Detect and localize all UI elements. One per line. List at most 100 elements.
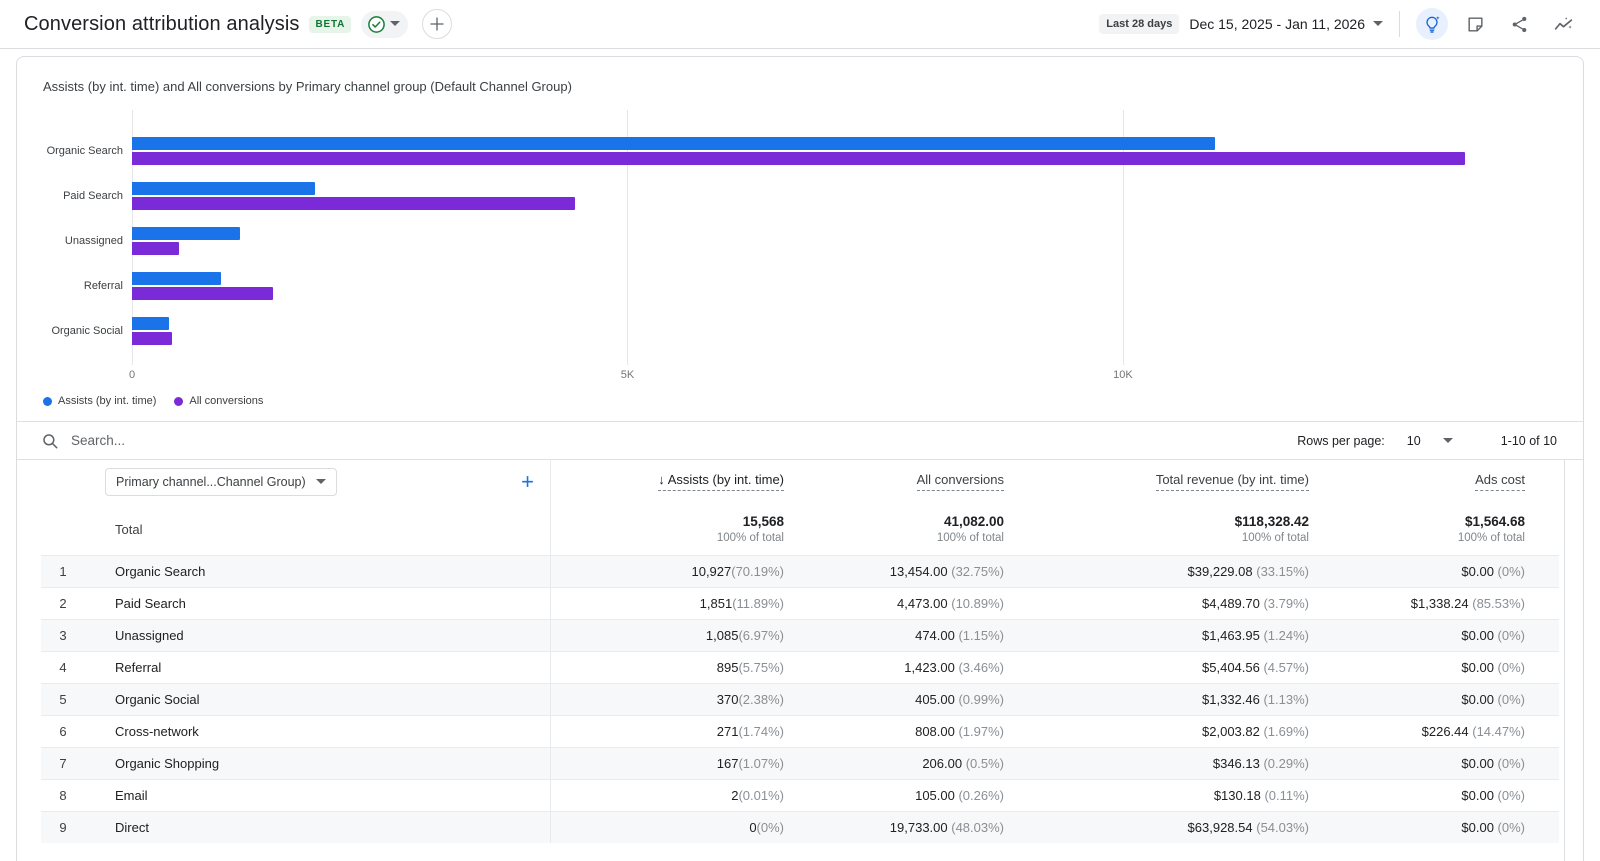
bar-all-conversions[interactable]: [132, 197, 575, 210]
metric-cell: $4,489.70 (3.79%): [1010, 596, 1315, 611]
table-row[interactable]: 2Paid Search1,851 (11.89%)4,473.00 (10.8…: [41, 587, 1559, 619]
bar-assists[interactable]: [132, 227, 240, 240]
metric-percent: (0%): [1494, 660, 1525, 675]
table-row[interactable]: 5Organic Social370 (2.38%)405.00 (0.99%)…: [41, 683, 1559, 715]
metric-cell: $0.00 (0%): [1315, 628, 1531, 643]
table-row[interactable]: 4Referral895 (5.75%)1,423.00 (3.46%)$5,4…: [41, 651, 1559, 683]
metric-cell: $39,229.08 (33.15%): [1010, 564, 1315, 579]
chart-category-label: Unassigned: [41, 218, 132, 263]
metric-value: 167: [717, 756, 739, 771]
metric-cell: $0.00 (0%): [1315, 692, 1531, 707]
table-row[interactable]: 3Unassigned1,085 (6.97%)474.00 (1.15%)$1…: [41, 619, 1559, 651]
rows-per-page-select[interactable]: 10: [1393, 430, 1459, 452]
report-status-menu[interactable]: [361, 11, 408, 38]
channel-name: Direct: [85, 820, 149, 835]
column-header-assists[interactable]: ↓Assists (by int. time): [550, 460, 790, 503]
bar-all-conversions[interactable]: [132, 242, 179, 255]
channel-name: Organic Search: [85, 564, 205, 579]
bar-group: [132, 128, 1559, 173]
row-index: 4: [41, 660, 85, 675]
notes-button[interactable]: [1458, 7, 1492, 41]
chart-category-label: Organic Search: [41, 128, 132, 173]
metric-cell: 271 (1.74%): [550, 716, 790, 747]
metric-value: 1,851: [700, 596, 733, 611]
metric-value: $0.00: [1461, 564, 1494, 579]
rows-per-page-label: Rows per page:: [1297, 434, 1385, 448]
plus-icon: [429, 16, 445, 32]
table-row[interactable]: 1Organic Search10,927 (70.19%)13,454.00 …: [41, 555, 1559, 587]
metric-cell: 1,423.00 (3.46%): [790, 660, 1010, 675]
metric-percent: (3.79%): [1260, 596, 1309, 611]
chevron-down-icon: [1443, 438, 1453, 444]
metric-cell: $5,404.56 (4.57%): [1010, 660, 1315, 675]
beta-badge: BETA: [309, 16, 351, 33]
bar-assists[interactable]: [132, 317, 169, 330]
metric-value: $39,229.08: [1188, 564, 1253, 579]
bar-assists[interactable]: [132, 137, 1215, 150]
legend-label: All conversions: [189, 395, 263, 407]
column-header-total-revenue[interactable]: Total revenue (by int. time): [1010, 472, 1315, 491]
add-column-button[interactable]: +: [521, 471, 534, 493]
metric-cell: $0.00 (0%): [1315, 660, 1531, 675]
metric-value: $0.00: [1461, 820, 1494, 835]
metric-cell: $0.00 (0%): [1315, 788, 1531, 803]
channel-name: Cross-network: [85, 724, 199, 739]
bar-group: [132, 173, 1559, 218]
metric-percent: (33.15%): [1253, 564, 1309, 579]
metric-cell: 2 (0.01%): [550, 780, 790, 811]
add-report-button[interactable]: [422, 9, 452, 39]
chart-category-labels: Organic SearchPaid SearchUnassignedRefer…: [41, 110, 132, 365]
metric-cell: 19,733.00 (48.03%): [790, 820, 1010, 835]
metric-value: $2,003.82: [1202, 724, 1260, 739]
bar-assists[interactable]: [132, 272, 221, 285]
metric-cell: 474.00 (1.15%): [790, 628, 1010, 643]
metric-percent: (4.57%): [1260, 660, 1309, 675]
table-row[interactable]: 6Cross-network271 (1.74%)808.00 (1.97%)$…: [41, 715, 1559, 747]
metric-value: $5,404.56: [1202, 660, 1260, 675]
dimension-selector[interactable]: Primary channel...Channel Group): [105, 468, 337, 496]
date-range-picker[interactable]: Dec 15, 2025 - Jan 11, 2026: [1189, 16, 1383, 32]
metric-percent: (48.03%): [948, 820, 1004, 835]
table-row[interactable]: 8Email2 (0.01%)105.00 (0.26%)$130.18 (0.…: [41, 779, 1559, 811]
bar-all-conversions[interactable]: [132, 287, 273, 300]
metric-percent: (0%): [1494, 692, 1525, 707]
column-header-ads-cost[interactable]: Ads cost: [1315, 472, 1531, 491]
bar-all-conversions[interactable]: [132, 332, 172, 345]
intelligence-button[interactable]: [1546, 7, 1580, 41]
scrollbar-track[interactable]: [1564, 460, 1565, 861]
metric-percent: (10.89%): [948, 596, 1004, 611]
insights-button[interactable]: [1416, 8, 1448, 40]
metric-percent: (5.75%): [738, 660, 784, 675]
channel-name: Unassigned: [85, 628, 184, 643]
metric-cell: $0.00 (0%): [1315, 564, 1531, 579]
bar-all-conversions[interactable]: [132, 152, 1465, 165]
metric-cell: 895 (5.75%): [550, 652, 790, 683]
metric-percent: (85.53%): [1469, 596, 1525, 611]
legend-item[interactable]: Assists (by int. time): [43, 395, 156, 407]
search-input[interactable]: [71, 433, 491, 448]
share-button[interactable]: [1502, 7, 1536, 41]
metric-value: $0.00: [1461, 788, 1494, 803]
metric-cell: $130.18 (0.11%): [1010, 788, 1315, 803]
row-index: 5: [41, 692, 85, 707]
sort-descending-icon: ↓: [658, 472, 665, 487]
axis-tick-label: 5K: [621, 369, 634, 381]
metric-value: 808.00: [915, 724, 955, 739]
table-row[interactable]: 7Organic Shopping167 (1.07%)206.00 (0.5%…: [41, 747, 1559, 779]
metric-percent: (1.15%): [955, 628, 1004, 643]
legend-item[interactable]: All conversions: [174, 395, 263, 407]
legend-dot-icon: [174, 397, 183, 406]
chart-bars: [132, 110, 1559, 365]
column-header-all-conversions[interactable]: All conversions: [790, 472, 1010, 491]
bar-assists[interactable]: [132, 182, 315, 195]
row-index: 2: [41, 596, 85, 611]
metric-cell: 370 (2.38%): [550, 684, 790, 715]
total-label: Total: [85, 522, 142, 537]
metric-percent: (11.89%): [732, 596, 784, 611]
metric-cell: 808.00 (1.97%): [790, 724, 1010, 739]
metric-percent: (0.5%): [962, 756, 1004, 771]
metric-cell: $1,332.46 (1.13%): [1010, 692, 1315, 707]
metric-percent: (14.47%): [1469, 724, 1525, 739]
table-row[interactable]: 9Direct0 (0%)19,733.00 (48.03%)$63,928.5…: [41, 811, 1559, 843]
date-range-text: Dec 15, 2025 - Jan 11, 2026: [1189, 16, 1365, 32]
